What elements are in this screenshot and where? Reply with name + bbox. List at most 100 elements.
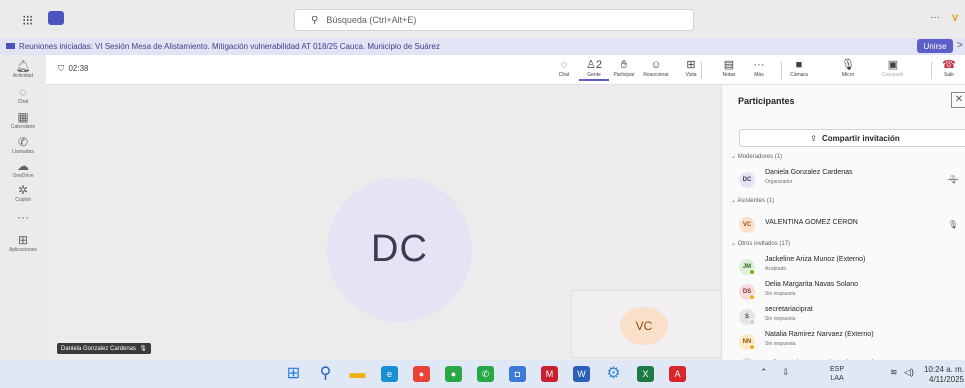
react-icon: ☺ (650, 59, 662, 71)
hang-up-icon: ☎ (942, 59, 956, 71)
participant-group-header[interactable]: ⌄ Asistentes (1) (731, 197, 774, 204)
meeting-toolbar: ⛉ 02:38 ◌ Chat ♙2 Gente ✋︎ Participar ☺ Reaccio… (46, 55, 965, 85)
toolbar-divider (931, 62, 932, 79)
edge-icon[interactable]: e (381, 366, 398, 382)
participant-row[interactable]: VC VALENTINA GOMEZ CERON 🎙︎ (739, 214, 965, 236)
toolbar-more-button[interactable]: ··· Más (744, 58, 774, 78)
rail-item-3[interactable]: ✆ Llamadas (0, 135, 46, 155)
avatar: VC (739, 217, 755, 233)
participant-name: Natalia Ramirez Narvaez (Externo) (765, 331, 874, 338)
participant-name: Jackeline Ariza Munoz (Externo) (765, 256, 866, 263)
toolbar-raise-hand-button[interactable]: ✋︎ Participar (609, 58, 639, 78)
rail-label: Llamadas (12, 149, 34, 155)
camera-off-icon: ■ (795, 59, 803, 71)
toolbar-divider (781, 62, 782, 79)
presence-indicator (749, 319, 755, 325)
search-input[interactable]: ⚲ Búsqueda (Ctrl+Alt+E) (294, 9, 694, 31)
mic-icon: 🎙︎ (841, 59, 855, 71)
rail-item-2[interactable]: ▦ Calendario (0, 110, 46, 130)
teams-logo-icon (48, 11, 64, 25)
more-options-icon[interactable]: ··· (930, 12, 940, 23)
toolbar-label: Gente (579, 72, 609, 81)
participant-row[interactable]: JM Jackeline Ariza Munoz (Externo) Aceptad… (739, 256, 965, 278)
calendar-icon: ▦ (17, 110, 29, 124)
chevron-down-icon: ⌄ (731, 198, 737, 204)
participant-status: Aceptado (765, 266, 787, 272)
participant-status: Sin respuesta (765, 341, 796, 347)
search-icon: ⚲ (311, 15, 319, 26)
video-stage: DC Daniela Gonzalez Cardenas 🎙︎ VC (46, 85, 723, 360)
more-icon: ··· (753, 59, 765, 71)
video-icon (6, 43, 15, 49)
presence-indicator (749, 269, 755, 275)
participant-row[interactable]: Ssecretariaciprat Sin respuesta (739, 306, 965, 328)
join-button[interactable]: Unirse (917, 39, 953, 53)
rail-item-0[interactable]: 🔔︎ Actividad (0, 59, 46, 79)
participant-status: Sin respuesta (765, 316, 796, 322)
people-icon: ♙2 (586, 59, 602, 71)
toolbar-hang-up-button[interactable]: ☎ Salir (934, 58, 964, 78)
banner-expand-icon[interactable]: > (957, 40, 963, 51)
toolbar-camera-off-button[interactable]: ■ Cámara (784, 58, 814, 78)
cloud-icon: ☁ (17, 159, 29, 173)
acrobat-icon[interactable]: A (669, 366, 686, 382)
volume-icon[interactable]: ◁) (904, 367, 914, 378)
mcafee-icon[interactable]: M (541, 366, 558, 382)
toolbar-share-button[interactable]: ▣ Compartir (878, 58, 908, 78)
app-icon[interactable]: ◘ (509, 366, 526, 382)
participant-group-header[interactable]: ⌄ Moderadores (1) (731, 153, 782, 160)
profile-avatar[interactable]: V (952, 13, 958, 23)
word-icon[interactable]: W (573, 366, 590, 382)
self-video-tile[interactable]: VC (571, 290, 723, 358)
file-explorer-icon[interactable]: ▬ (349, 366, 366, 382)
whatsapp-icon[interactable]: ✆ (477, 366, 494, 382)
rail-item-6[interactable]: ··· (0, 210, 46, 224)
app-launcher-icon[interactable]: ⁝⁝⁝ (22, 12, 33, 29)
toolbar-notes-button[interactable]: ▤ Notas (714, 58, 744, 78)
toolbar-label: Salir (943, 72, 954, 78)
close-panel-button[interactable]: ✕ (951, 92, 965, 108)
toolbar-label: Más (754, 72, 764, 78)
bell-icon: 🔔︎ (15, 59, 31, 73)
participant-row[interactable]: DC Daniela Gonzalez Cardenas Organizador 🎙︎ (739, 169, 965, 191)
mic-icon: 🎙︎ (139, 346, 148, 352)
toolbar-mic-button[interactable]: 🎙︎ Micro (833, 58, 863, 78)
language-indicator[interactable]: ESP LAA (830, 365, 844, 383)
app-icon[interactable]: ● (445, 366, 462, 382)
toolbar-people-button[interactable]: ♙2 Gente (579, 58, 609, 81)
rail-label: Actividad (12, 73, 34, 79)
shield-icon: ⛉ (58, 64, 64, 73)
chevron-up-icon[interactable]: ⌃ (760, 367, 768, 378)
participant-name: VALENTINA GOMEZ CERON (765, 219, 858, 226)
rail-item-7[interactable]: ⊞ Aplicaciones (0, 233, 46, 253)
onedrive-icon[interactable]: ⇩ (782, 367, 790, 378)
rail-item-5[interactable]: ✲ Copilot (0, 183, 46, 203)
participant-name: secretariaciprat (765, 306, 813, 313)
participant-row[interactable]: DS Delia Margarita Navas Solano Sin respue… (739, 281, 965, 303)
clock[interactable]: 10:24 a. m. 4/11/2025 (922, 365, 964, 385)
mic-off-icon: 🎙︎ (947, 175, 958, 184)
speaker-name-tag: Daniela Gonzalez Cardenas 🎙︎ (57, 343, 152, 354)
rail-item-4[interactable]: ☁ OneDrive (0, 159, 46, 179)
avatar: DC (739, 172, 755, 188)
share-invite-button[interactable]: ⇪ Compartir invitación (739, 129, 965, 147)
participant-group-header[interactable]: ⌄ Otros invitados (17) (731, 240, 790, 247)
toolbar-label: Notas (722, 72, 736, 78)
toolbar-chat-button[interactable]: ◌ Chat (549, 58, 579, 78)
rail-item-1[interactable]: ◌ Chat (0, 85, 46, 105)
chrome-icon[interactable]: ● (413, 366, 430, 382)
toolbar-label: Reaccionar (643, 72, 669, 78)
search-icon[interactable]: ⚲ (317, 366, 334, 382)
presence-indicator (749, 344, 755, 350)
windows-start-icon[interactable]: ⊞ (285, 366, 302, 382)
toolbar-react-button[interactable]: ☺ Reaccionar (641, 58, 671, 78)
excel-icon[interactable]: X (637, 366, 654, 382)
toolbar-divider (701, 62, 702, 79)
participant-row[interactable]: NN Natalia Ramirez Narvaez (Externo) Sin r… (739, 331, 965, 353)
presence-indicator (749, 294, 755, 300)
mic-icon: 🎙︎ (947, 220, 958, 229)
app-icon[interactable]: ⚙ (605, 366, 622, 382)
wifi-icon[interactable]: ≋ (890, 367, 898, 378)
raise-hand-icon: ✋︎ (620, 59, 628, 71)
toolbar-label: Chat (558, 72, 570, 78)
